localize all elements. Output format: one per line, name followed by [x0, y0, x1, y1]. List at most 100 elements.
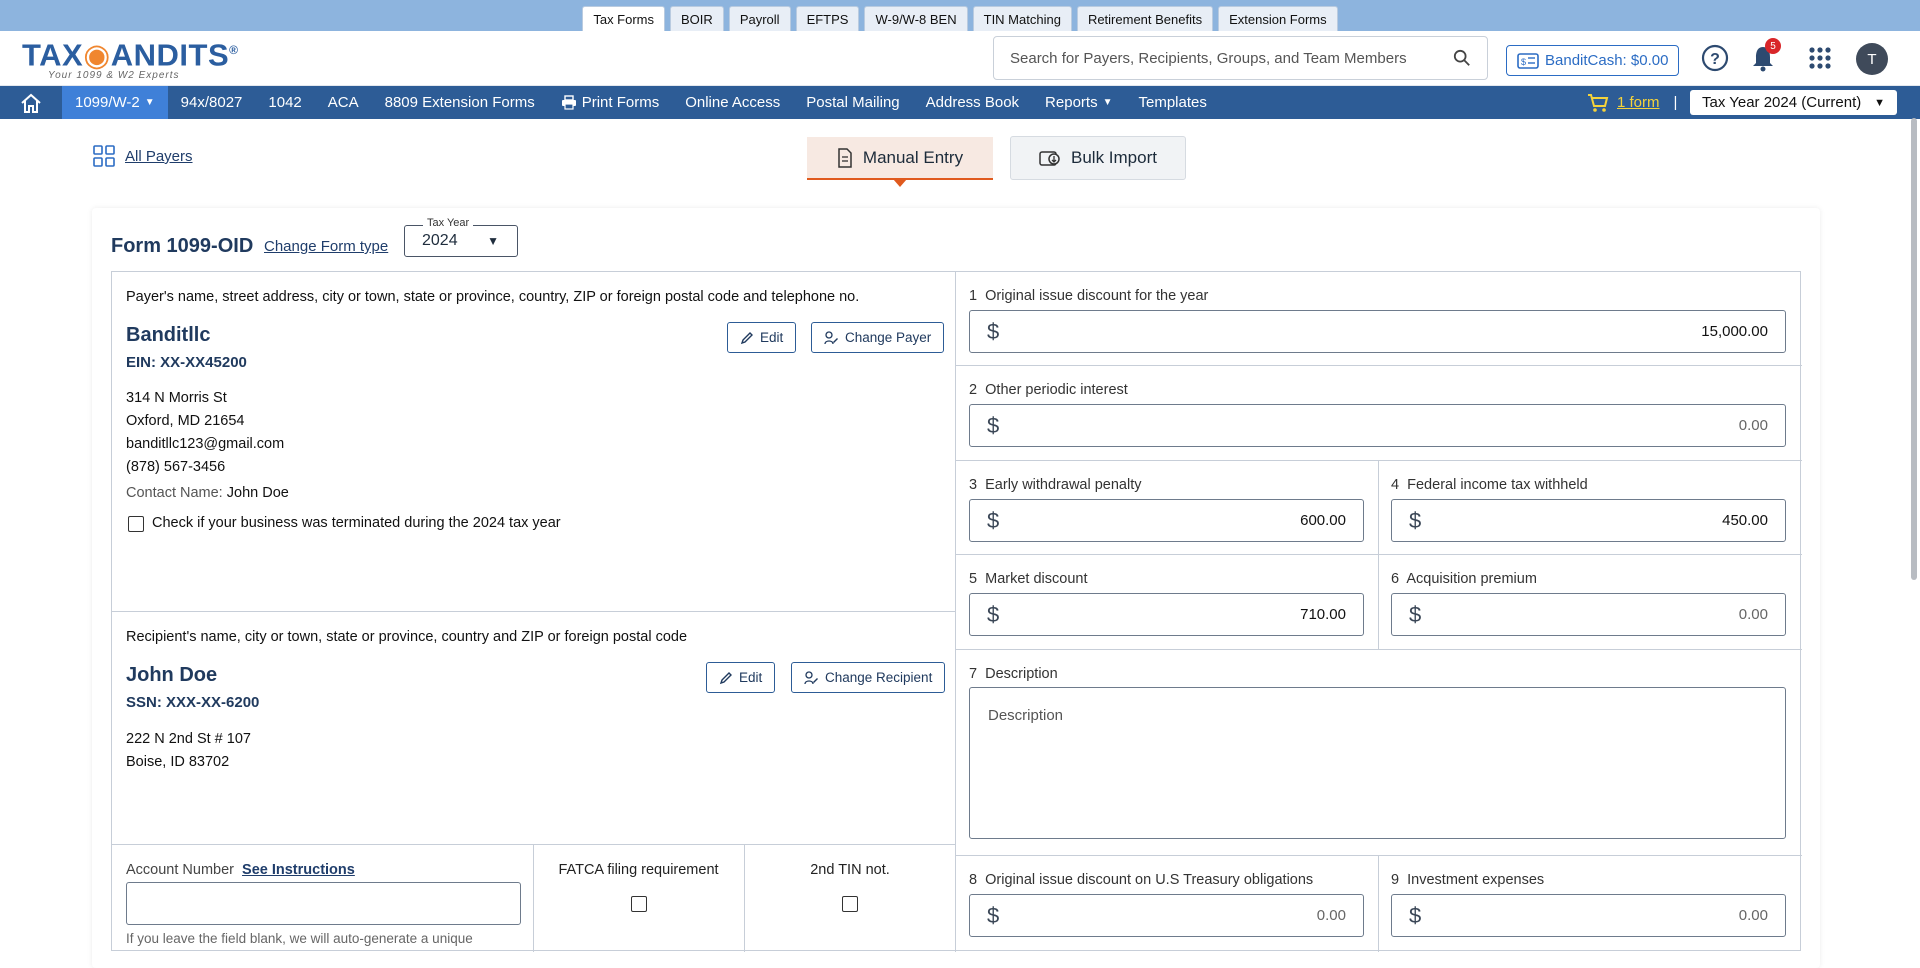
box-9-value: 0.00 — [1738, 907, 1768, 924]
logo[interactable]: TAX◉ANDITS® Your 1099 & W2 Experts — [22, 35, 239, 81]
box-8-input[interactable]: $0.00 — [969, 894, 1364, 937]
nav-print-forms[interactable]: Print Forms — [548, 86, 673, 119]
tab-extension-forms[interactable]: Extension Forms — [1218, 6, 1338, 31]
description-textarea[interactable]: Description — [969, 687, 1786, 839]
cart-icon[interactable] — [1587, 93, 1609, 113]
all-payers-link[interactable]: All Payers — [93, 145, 193, 168]
box-3-input[interactable]: $600.00 — [969, 499, 1364, 542]
nav-templates[interactable]: Templates — [1125, 86, 1219, 119]
notification-bell-icon[interactable]: 5 — [1748, 38, 1781, 73]
box-4-text: Federal income tax withheld — [1407, 477, 1588, 493]
box-2-input[interactable]: $0.00 — [969, 404, 1786, 447]
help-icon[interactable]: ? — [1700, 43, 1730, 73]
change-recipient-label: Change Recipient — [825, 670, 933, 685]
tax-year-select[interactable]: Tax Year 2024 (Current) ▼ — [1690, 90, 1897, 115]
tab-bulk-import[interactable]: Bulk Import — [1010, 136, 1186, 180]
cart-link[interactable]: 1 form — [1617, 94, 1660, 111]
terminated-checkbox-row[interactable]: Check if your business was terminated du… — [128, 512, 561, 535]
edit-payer-button[interactable]: Edit — [727, 322, 797, 353]
dollar-icon: $ — [1409, 507, 1422, 533]
payer-street: 314 N Morris St — [126, 390, 227, 406]
tab-eftps[interactable]: EFTPS — [795, 6, 860, 31]
tax-year-dropdown[interactable]: Tax Year 2024 ▼ — [404, 217, 518, 257]
box-1-text: Original issue discount for the year — [985, 288, 1209, 304]
box-9: 9 Investment expenses $0.00 — [1378, 856, 1802, 952]
nav-separator: | — [1673, 94, 1678, 111]
terminated-checkbox[interactable] — [128, 515, 144, 532]
nav-1042[interactable]: 1042 — [255, 86, 314, 119]
change-payer-label: Change Payer — [845, 330, 932, 345]
edit-recipient-button[interactable]: Edit — [706, 662, 776, 693]
tab-payroll[interactable]: Payroll — [728, 6, 791, 31]
notification-badge: 5 — [1765, 38, 1781, 54]
account-number-input[interactable] — [126, 882, 521, 925]
search-input[interactable]: Search for Payers, Recipients, Groups, a… — [993, 36, 1488, 80]
box-3-num: 3 — [969, 477, 978, 493]
divider — [1378, 461, 1379, 650]
fatca-label: FATCA filing requirement — [558, 862, 719, 878]
second-tin-checkbox-wrap — [842, 896, 858, 917]
box-1-num: 1 — [969, 288, 978, 304]
form-right-column: 1 Original issue discount for the year $… — [956, 272, 1802, 952]
payer-city: Oxford, MD 21654 — [126, 413, 245, 429]
dollar-icon: $ — [1409, 601, 1422, 627]
nav-address-book[interactable]: Address Book — [913, 86, 1032, 119]
home-icon[interactable] — [0, 86, 62, 119]
box-5-input[interactable]: $710.00 — [969, 593, 1364, 636]
tab-w9-w8ben[interactable]: W-9/W-8 BEN — [864, 6, 968, 31]
box-3-label: 3 Early withdrawal penalty — [969, 477, 1142, 493]
box-8-num: 8 — [969, 872, 978, 888]
box-1: 1 Original issue discount for the year $… — [956, 272, 1802, 366]
box-6-value: 0.00 — [1738, 606, 1768, 623]
printer-icon — [561, 95, 576, 110]
change-form-type-link[interactable]: Change Form type — [264, 238, 388, 255]
form-grid: Payer's name, street address, city or to… — [111, 271, 1802, 952]
nav-postal-mailing[interactable]: Postal Mailing — [793, 86, 912, 119]
box-4-num: 4 — [1391, 477, 1400, 493]
tab-retirement-benefits[interactable]: Retirement Benefits — [1076, 6, 1214, 31]
contact-value: John Doe — [226, 485, 289, 501]
box-5: 5 Market discount $710.00 — [956, 555, 1378, 650]
change-payer-button[interactable]: Change Payer — [811, 322, 945, 353]
account-number-hint: If you leave the field blank, we will au… — [126, 931, 473, 946]
user-edit-icon — [824, 330, 838, 344]
pencil-icon — [740, 331, 753, 344]
tab-tin-matching[interactable]: TIN Matching — [972, 6, 1072, 31]
box-4-input[interactable]: $450.00 — [1391, 499, 1786, 542]
nav-94x-8027[interactable]: 94x/8027 — [168, 86, 256, 119]
see-instructions-link[interactable]: See Instructions — [242, 862, 355, 878]
box-9-input[interactable]: $0.00 — [1391, 894, 1786, 937]
apps-grid-icon[interactable] — [1805, 43, 1835, 73]
main-nav: 1099/W-2 ▼ 94x/8027 1042 ACA 8809 Extensi… — [0, 86, 1920, 119]
user-edit-icon — [804, 670, 818, 684]
box-3-text: Early withdrawal penalty — [985, 477, 1142, 493]
second-tin-label: 2nd TIN not. — [810, 862, 890, 878]
dollar-icon: $ — [987, 412, 1000, 438]
nav-1099-w2[interactable]: 1099/W-2 ▼ — [62, 86, 168, 119]
box-1-input[interactable]: $15,000.00 — [969, 310, 1786, 353]
box-6-input[interactable]: $0.00 — [1391, 593, 1786, 636]
active-tab-arrow — [893, 179, 907, 187]
box-2-label: 2 Other periodic interest — [969, 382, 1128, 398]
tab-manual-entry[interactable]: Manual Entry — [807, 137, 993, 187]
payer-section-title: Payer's name, street address, city or to… — [126, 289, 860, 305]
nav-aca[interactable]: ACA — [315, 86, 372, 119]
page-scrollbar[interactable] — [1911, 118, 1917, 580]
nav-reports[interactable]: Reports ▼ — [1032, 86, 1125, 119]
box-9-num: 9 — [1391, 872, 1400, 888]
box-2-value: 0.00 — [1738, 417, 1768, 434]
fatca-checkbox[interactable] — [631, 896, 647, 912]
tab-boir[interactable]: BOIR — [670, 6, 724, 31]
product-tab-strip: Tax Forms BOIR Payroll EFTPS W-9/W-8 BEN… — [0, 0, 1920, 31]
dollar-icon: $ — [987, 601, 1000, 627]
nav-8809-extension[interactable]: 8809 Extension Forms — [372, 86, 548, 119]
tab-tax-forms[interactable]: Tax Forms — [582, 6, 666, 31]
bandit-cash-button[interactable]: $ BanditCash: $0.00 — [1506, 45, 1680, 76]
nav-online-access[interactable]: Online Access — [672, 86, 793, 119]
second-tin-checkbox[interactable] — [842, 896, 858, 912]
change-recipient-button[interactable]: Change Recipient — [791, 662, 946, 693]
box-8-text: Original issue discount on U.S Treasury … — [985, 872, 1314, 888]
avatar[interactable]: T — [1856, 43, 1888, 75]
account-number-label: Account Number — [126, 862, 234, 878]
search-icon[interactable] — [1453, 49, 1471, 67]
